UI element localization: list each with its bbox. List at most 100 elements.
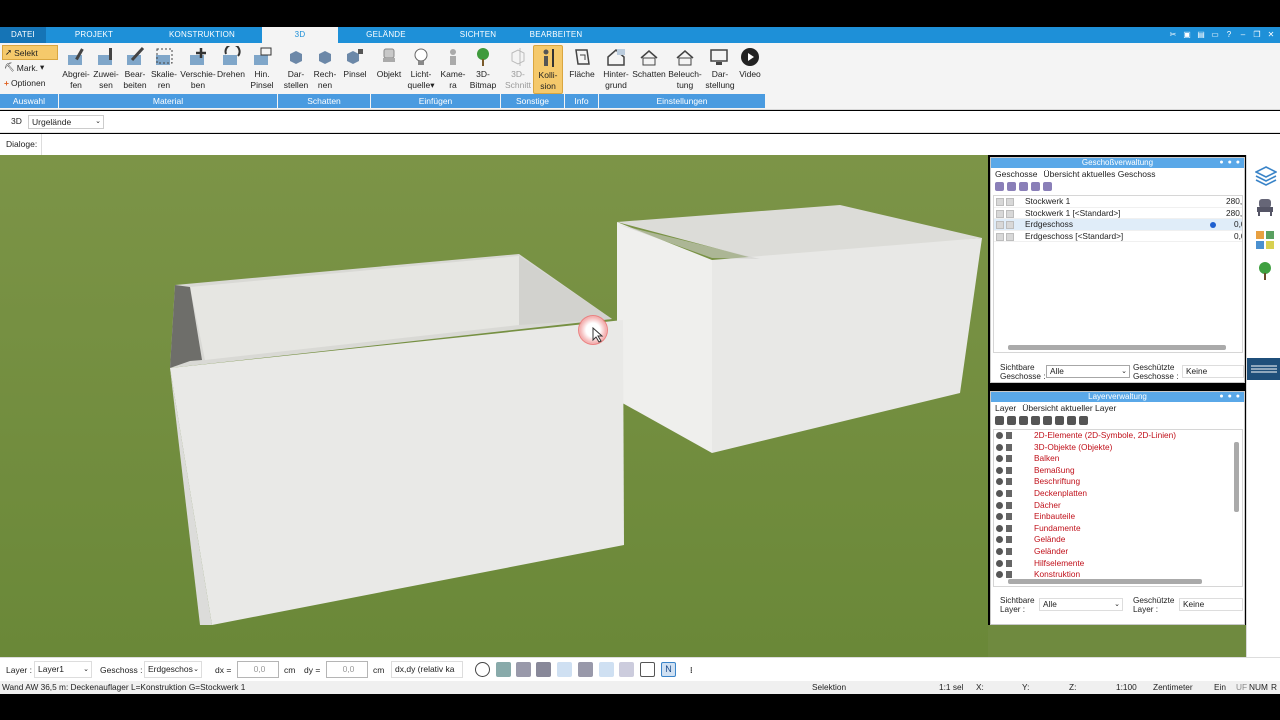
list-item[interactable]: Erdgeschoss 0,0 xyxy=(994,219,1242,231)
floor-add-icon[interactable] xyxy=(995,181,1004,191)
list-item[interactable]: Stockwerk 1 280,0 xyxy=(994,196,1242,208)
tab-layer[interactable]: Layer xyxy=(995,402,1016,414)
drehen-button[interactable]: Drehen xyxy=(216,45,246,80)
list-item[interactable]: Deckenplatten xyxy=(994,488,1242,500)
layer-settings-icon[interactable] xyxy=(1055,415,1064,425)
hintergrund-button[interactable]: Hinter-grund xyxy=(601,45,631,91)
kamera-button[interactable]: Kame-ra xyxy=(438,45,468,91)
floor-edit-icon[interactable] xyxy=(1019,181,1028,191)
eye-icon[interactable] xyxy=(996,489,1003,497)
abgreifen-button[interactable]: Abgrei-fen xyxy=(61,45,91,91)
horizontal-scrollbar[interactable] xyxy=(1008,579,1202,584)
3d-schnitt-button[interactable]: 3D- Schnitt xyxy=(503,45,533,91)
tools-icon[interactable]: ✂ xyxy=(1168,30,1178,40)
restore-icon[interactable]: ❐ xyxy=(1252,30,1262,40)
lock-checkbox[interactable] xyxy=(1006,232,1014,241)
window-icon[interactable]: ▭ xyxy=(1210,30,1220,40)
tab-geschosse[interactable]: Geschosse xyxy=(995,168,1038,180)
palette-icon[interactable]: ▣ xyxy=(1182,30,1192,40)
eye-icon[interactable] xyxy=(996,571,1003,579)
panel-controls-icon[interactable]: ● ● ● xyxy=(1219,392,1241,402)
schatten-button[interactable]: Schatten xyxy=(632,45,666,80)
tab-sichten[interactable]: SICHTEN xyxy=(434,27,522,43)
sichtbare-layer-select[interactable]: Alle ⌄ xyxy=(1039,598,1123,611)
sichtbare-geschosse-select[interactable]: Alle ⌄ xyxy=(1046,365,1130,378)
floor-copy-icon[interactable] xyxy=(1007,181,1016,191)
bearbeiten-button[interactable]: Bear-beiten xyxy=(120,45,150,91)
objekt-button[interactable]: Objekt xyxy=(374,45,404,80)
snap-surface-icon[interactable] xyxy=(578,662,593,677)
vertical-scrollbar[interactable] xyxy=(1234,442,1239,512)
plant-icon[interactable] xyxy=(1255,261,1275,281)
lichtquelle-button[interactable]: Licht-quelle▾ xyxy=(406,45,436,91)
kollision-button[interactable]: Kolli-sion xyxy=(533,45,563,94)
materials-icon[interactable] xyxy=(1255,230,1275,250)
geschuetzte-geschosse-select[interactable]: Keine xyxy=(1182,365,1244,378)
snap-line-icon[interactable] xyxy=(557,662,572,677)
pencil-icon[interactable] xyxy=(1006,513,1012,521)
layer-eye-icon[interactable] xyxy=(995,415,1004,425)
layer-add-icon[interactable] xyxy=(1019,415,1028,425)
lock-checkbox[interactable] xyxy=(1006,209,1014,218)
dy-input[interactable]: 0,0 xyxy=(326,661,368,678)
list-item[interactable]: 3D-Objekte (Objekte) xyxy=(994,442,1242,454)
clock-icon[interactable] xyxy=(475,662,490,677)
geschuetzte-layer-select[interactable]: Keine xyxy=(1179,598,1243,611)
dx-input[interactable]: 0,0 xyxy=(237,661,279,678)
grid-icon[interactable] xyxy=(640,662,655,677)
verschieben-button[interactable]: Verschie-ben xyxy=(180,45,216,91)
skalieren-button[interactable]: Skalie-ren xyxy=(149,45,179,91)
list-item[interactable]: 2D-Elemente (2D-Symbole, 2D-Linien) xyxy=(994,430,1242,442)
printer-icon[interactable] xyxy=(536,662,551,677)
3d-viewport[interactable] xyxy=(0,155,988,657)
eye-icon[interactable] xyxy=(996,478,1003,486)
list-item[interactable]: Bemaßung xyxy=(994,465,1242,477)
visibility-checkbox[interactable] xyxy=(996,198,1004,206)
list-item[interactable]: Beschriftung xyxy=(994,476,1242,488)
list-item[interactable]: Balken xyxy=(994,453,1242,465)
pencil-icon[interactable] xyxy=(1006,432,1012,439)
floor-delete-icon[interactable] xyxy=(1043,181,1052,191)
list-item[interactable]: Hilfselemente xyxy=(994,558,1242,570)
lock-checkbox[interactable] xyxy=(1006,198,1014,206)
help-icon[interactable]: ? xyxy=(1224,30,1234,40)
snap-plane-icon[interactable] xyxy=(599,662,614,677)
more-icon[interactable]: ⁝ xyxy=(690,663,693,677)
layers-stack-icon[interactable] xyxy=(1254,165,1278,186)
pencil-icon[interactable] xyxy=(1006,466,1012,474)
layer-filter-icon[interactable] xyxy=(1079,415,1088,425)
list-item[interactable]: Gelände xyxy=(994,534,1242,546)
layer-copy-icon[interactable] xyxy=(1031,415,1040,425)
print-icon[interactable]: ▤ xyxy=(1196,30,1206,40)
tab-uebersicht-geschoss[interactable]: Übersicht aktuelles Geschoss xyxy=(1044,168,1156,180)
pencil-icon[interactable] xyxy=(1006,524,1012,532)
list-item[interactable]: Dächer xyxy=(994,500,1242,512)
layer-edit-icon[interactable] xyxy=(1043,415,1052,425)
pencil-icon[interactable] xyxy=(1006,478,1012,486)
armchair-icon[interactable] xyxy=(1255,197,1275,217)
beleuchtung-button[interactable]: Beleuch-tung xyxy=(668,45,702,91)
eye-icon[interactable] xyxy=(996,547,1003,555)
lock-checkbox[interactable] xyxy=(1006,221,1014,229)
visibility-checkbox[interactable] xyxy=(996,221,1004,229)
layer-delete-icon[interactable] xyxy=(1067,415,1076,425)
darstellen-button[interactable]: Dar-stellen xyxy=(281,45,311,91)
pinsel-button[interactable]: Pinsel xyxy=(340,45,370,80)
eye-icon[interactable] xyxy=(996,466,1003,474)
rechnen-button[interactable]: Rech-nen xyxy=(310,45,340,91)
eye-icon[interactable] xyxy=(996,559,1003,567)
video-button[interactable]: Video xyxy=(735,45,765,80)
terrain-select[interactable]: Urgelände ⌄ xyxy=(28,115,104,129)
pencil-icon[interactable] xyxy=(1006,559,1012,567)
horizontal-scrollbar[interactable] xyxy=(1008,345,1226,350)
list-item[interactable]: Erdgeschoss [<Standard>] 0,0 xyxy=(994,231,1242,242)
list-item[interactable]: Stockwerk 1 [<Standard>] 280,0 xyxy=(994,208,1242,219)
pencil-icon[interactable] xyxy=(1006,443,1012,451)
eye-icon[interactable] xyxy=(996,443,1003,451)
tab-gelaende[interactable]: GELÄNDE xyxy=(338,27,434,43)
coordinate-mode-select[interactable]: dx,dy (relativ ka xyxy=(391,661,463,678)
tab-bearbeiten[interactable]: BEARBEITEN xyxy=(522,27,590,43)
tab-projekt[interactable]: PROJEKT xyxy=(46,27,142,43)
darstellung-button[interactable]: Dar-stellung xyxy=(703,45,737,91)
eye-icon[interactable] xyxy=(996,536,1003,544)
